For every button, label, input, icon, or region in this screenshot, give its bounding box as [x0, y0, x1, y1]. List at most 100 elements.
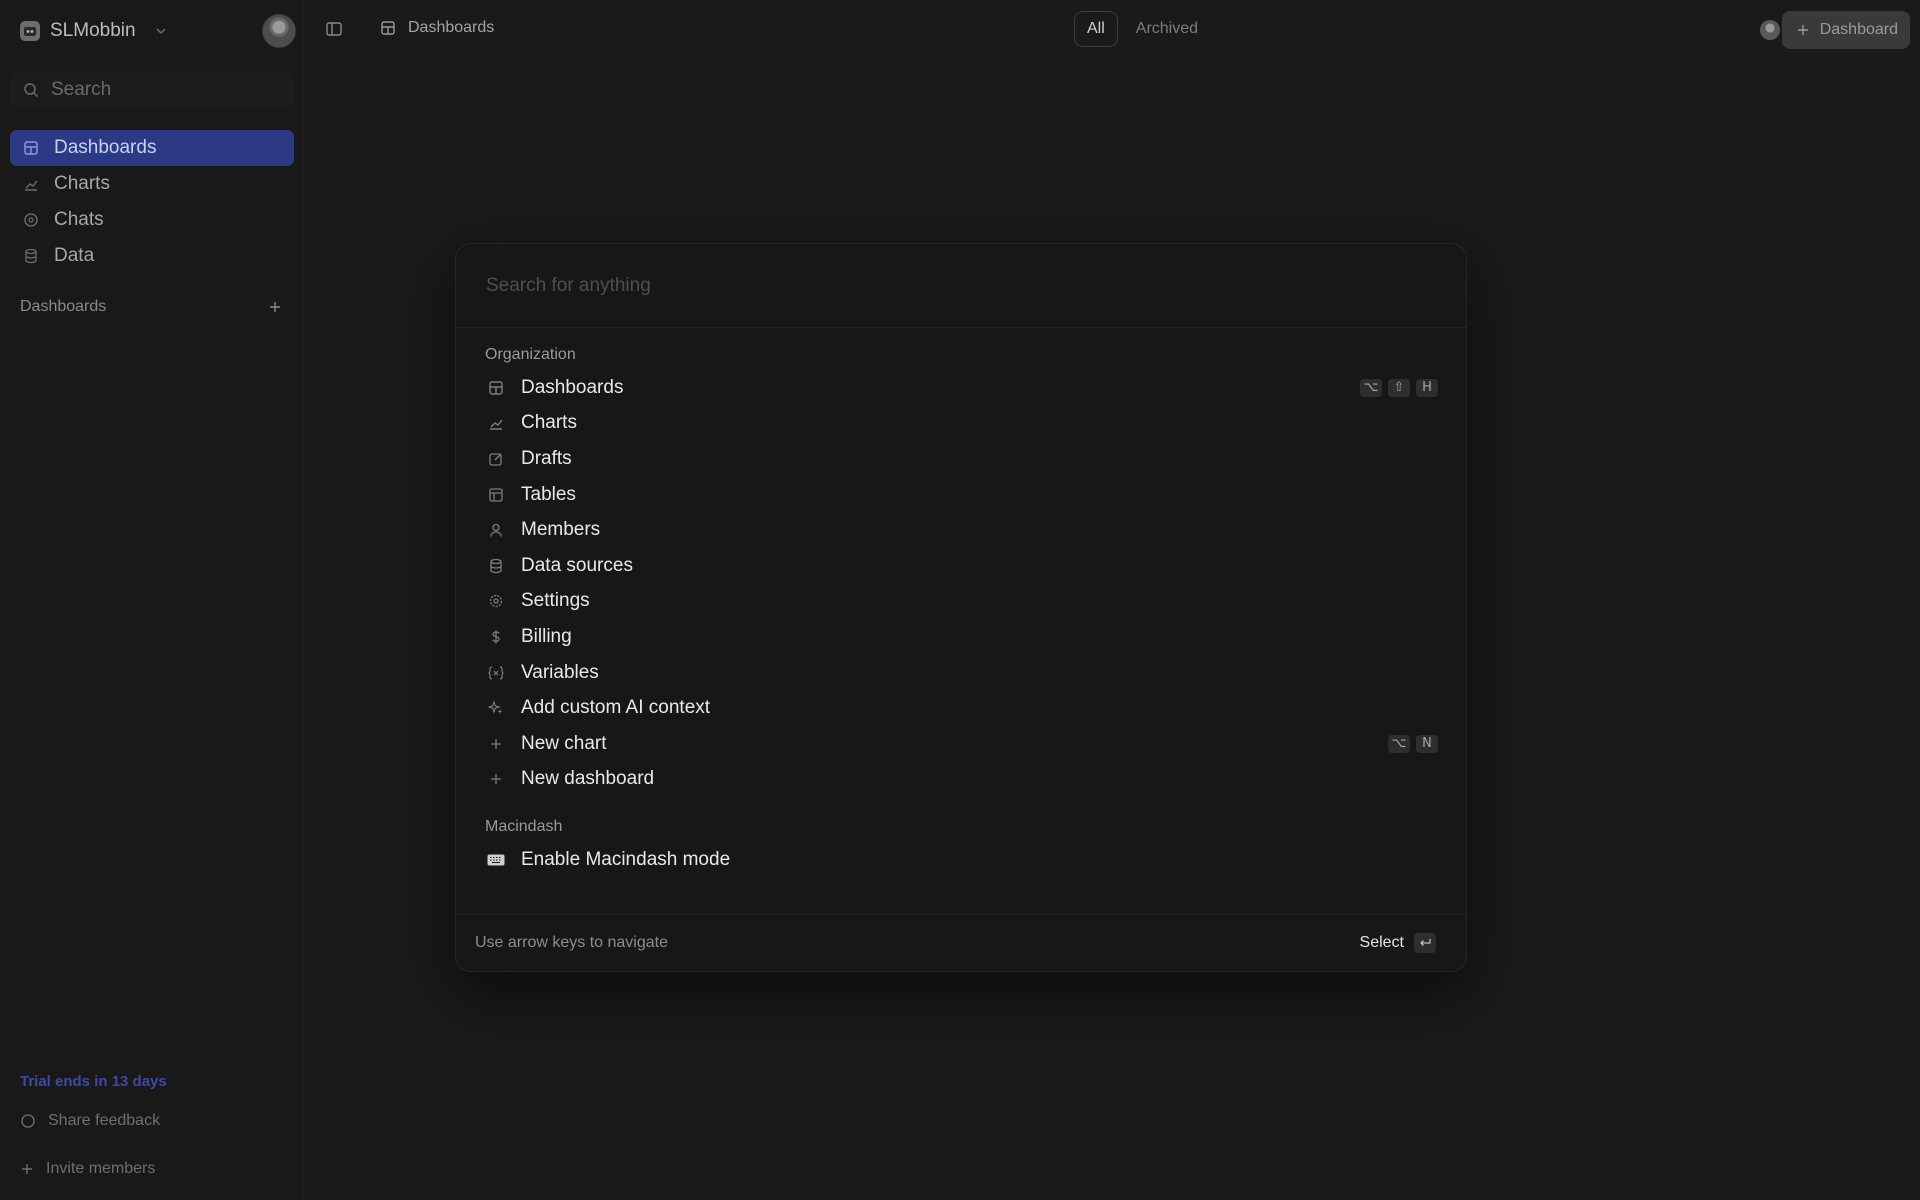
sparkle-icon [487, 699, 505, 717]
collaborator-avatar[interactable] [1760, 20, 1780, 40]
workspace-switcher[interactable]: SLMobbin [20, 16, 168, 46]
palette-item-new-dashboard[interactable]: New dashboard [456, 762, 1466, 798]
command-palette: Organization Dashboards ⌥ ⇧ H Charts Dra… [455, 243, 1467, 972]
plus-icon [20, 1162, 34, 1176]
palette-item-tables[interactable]: Tables [456, 477, 1466, 513]
variable-icon [487, 664, 505, 682]
option-key: ⌥ [1360, 378, 1382, 397]
workspace-logo-icon [20, 21, 40, 41]
enter-key-icon [1414, 933, 1436, 953]
sidebar-item-data[interactable]: Data [10, 238, 294, 274]
dollar-icon [487, 628, 505, 646]
new-dashboard-label: Dashboard [1819, 21, 1898, 38]
sidebar-search-label: Search [51, 79, 112, 100]
dashboard-icon [487, 379, 505, 397]
palette-item-drafts[interactable]: Drafts [456, 441, 1466, 477]
palette-item-label: Members [521, 519, 601, 541]
table-icon [487, 486, 505, 504]
palette-item-label: Data sources [521, 554, 633, 576]
palette-item-label: New chart [521, 732, 607, 754]
dashboard-icon [380, 20, 396, 36]
sidebar-item-charts[interactable]: Charts [10, 166, 294, 202]
shortcut-keys: ⌥ ⇧ H [1360, 378, 1438, 397]
add-dashboard-icon[interactable] [268, 300, 282, 314]
chevron-down-icon[interactable] [154, 24, 168, 38]
palette-item-label: Dashboards [521, 376, 624, 398]
plus-icon [487, 735, 505, 753]
database-icon [22, 247, 40, 265]
search-icon [23, 82, 39, 98]
palette-item-members[interactable]: Members [456, 512, 1466, 548]
sidebar-search[interactable]: Search [10, 71, 294, 109]
palette-item-dashboards[interactable]: Dashboards ⌥ ⇧ H [456, 370, 1466, 406]
palette-footer: Use arrow keys to navigate Select [456, 914, 1466, 971]
palette-item-label: Settings [521, 590, 590, 612]
palette-item-label: New dashboard [521, 768, 655, 790]
breadcrumb-label: Dashboards [408, 19, 495, 36]
sidebar-item-label: Dashboards [54, 137, 157, 158]
breadcrumb[interactable]: Dashboards [380, 19, 494, 37]
palette-item-billing[interactable]: Billing [456, 619, 1466, 655]
sidebar-toggle-icon[interactable] [325, 20, 343, 38]
sidebar-item-label: Chats [54, 209, 104, 230]
palette-results: Organization Dashboards ⌥ ⇧ H Charts Dra… [456, 328, 1466, 878]
palette-item-data-sources[interactable]: Data sources [456, 548, 1466, 584]
sidebar-item-label: Charts [54, 173, 110, 194]
chart-icon [22, 175, 40, 193]
navigation-hint: Use arrow keys to navigate [475, 934, 668, 951]
shift-key: ⇧ [1388, 378, 1410, 397]
share-feedback-button[interactable]: Share feedback [20, 1112, 160, 1130]
chart-icon [487, 414, 505, 432]
sidebar-item-label: Data [54, 245, 95, 266]
feedback-icon [20, 1113, 36, 1129]
group-label-organization: Organization [485, 346, 576, 363]
h-key: H [1416, 378, 1438, 397]
dashboard-icon [22, 139, 40, 157]
select-label: Select [1359, 934, 1404, 951]
plus-icon [1796, 23, 1810, 37]
tab-all[interactable]: All [1074, 11, 1118, 47]
palette-item-label: Billing [521, 625, 572, 647]
sidebar-nav: Dashboards Charts Chats Data [10, 130, 294, 274]
chat-icon [22, 211, 40, 229]
topbar: Dashboards All Archived Dashboard [304, 0, 1920, 60]
keyboard-icon [487, 851, 505, 869]
group-label-macindash: Macindash [485, 818, 563, 836]
option-key: ⌥ [1388, 734, 1410, 753]
user-icon [487, 521, 505, 539]
user-avatar[interactable] [262, 14, 296, 48]
plus-icon [487, 770, 505, 788]
sidebar-item-chats[interactable]: Chats [10, 202, 294, 238]
tab-archived[interactable]: Archived [1128, 20, 1206, 38]
share-feedback-label: Share feedback [48, 1112, 161, 1129]
palette-item-new-chart[interactable]: New chart ⌥ N [456, 726, 1466, 762]
palette-search-input[interactable] [484, 273, 1388, 298]
palette-item-label: Variables [521, 661, 599, 683]
palette-item-label: Tables [521, 483, 576, 505]
workspace-name: SLMobbin [50, 20, 136, 41]
palette-item-label: Enable Macindash mode [521, 848, 731, 870]
gear-icon [487, 592, 505, 610]
palette-item-label: Drafts [521, 447, 572, 469]
edit-icon [487, 450, 505, 468]
palette-item-charts[interactable]: Charts [456, 406, 1466, 442]
invite-members-button[interactable]: Invite members [20, 1160, 155, 1178]
palette-item-label: Add custom AI context [521, 697, 711, 719]
sidebar: SLMobbin Search Dashboards Charts Chats … [0, 0, 304, 1200]
n-key: N [1416, 734, 1438, 753]
sidebar-section-label: Dashboards [20, 298, 107, 315]
shortcut-keys: ⌥ N [1388, 734, 1438, 753]
palette-item-label: Charts [521, 412, 577, 434]
palette-item-settings[interactable]: Settings [456, 584, 1466, 620]
database-icon [487, 557, 505, 575]
palette-search-bar [456, 244, 1466, 328]
trial-notice[interactable]: Trial ends in 13 days [20, 1073, 167, 1090]
new-dashboard-button[interactable]: Dashboard [1781, 11, 1910, 49]
sidebar-item-dashboards[interactable]: Dashboards [10, 130, 294, 166]
invite-members-label: Invite members [46, 1160, 156, 1177]
palette-item-variables[interactable]: Variables [456, 655, 1466, 691]
select-action[interactable]: Select [1360, 933, 1436, 953]
palette-item-enable-macindash[interactable]: Enable Macindash mode [456, 842, 1466, 878]
palette-item-add-ai-context[interactable]: Add custom AI context [456, 690, 1466, 726]
sidebar-section-dashboards: Dashboards [20, 298, 282, 316]
